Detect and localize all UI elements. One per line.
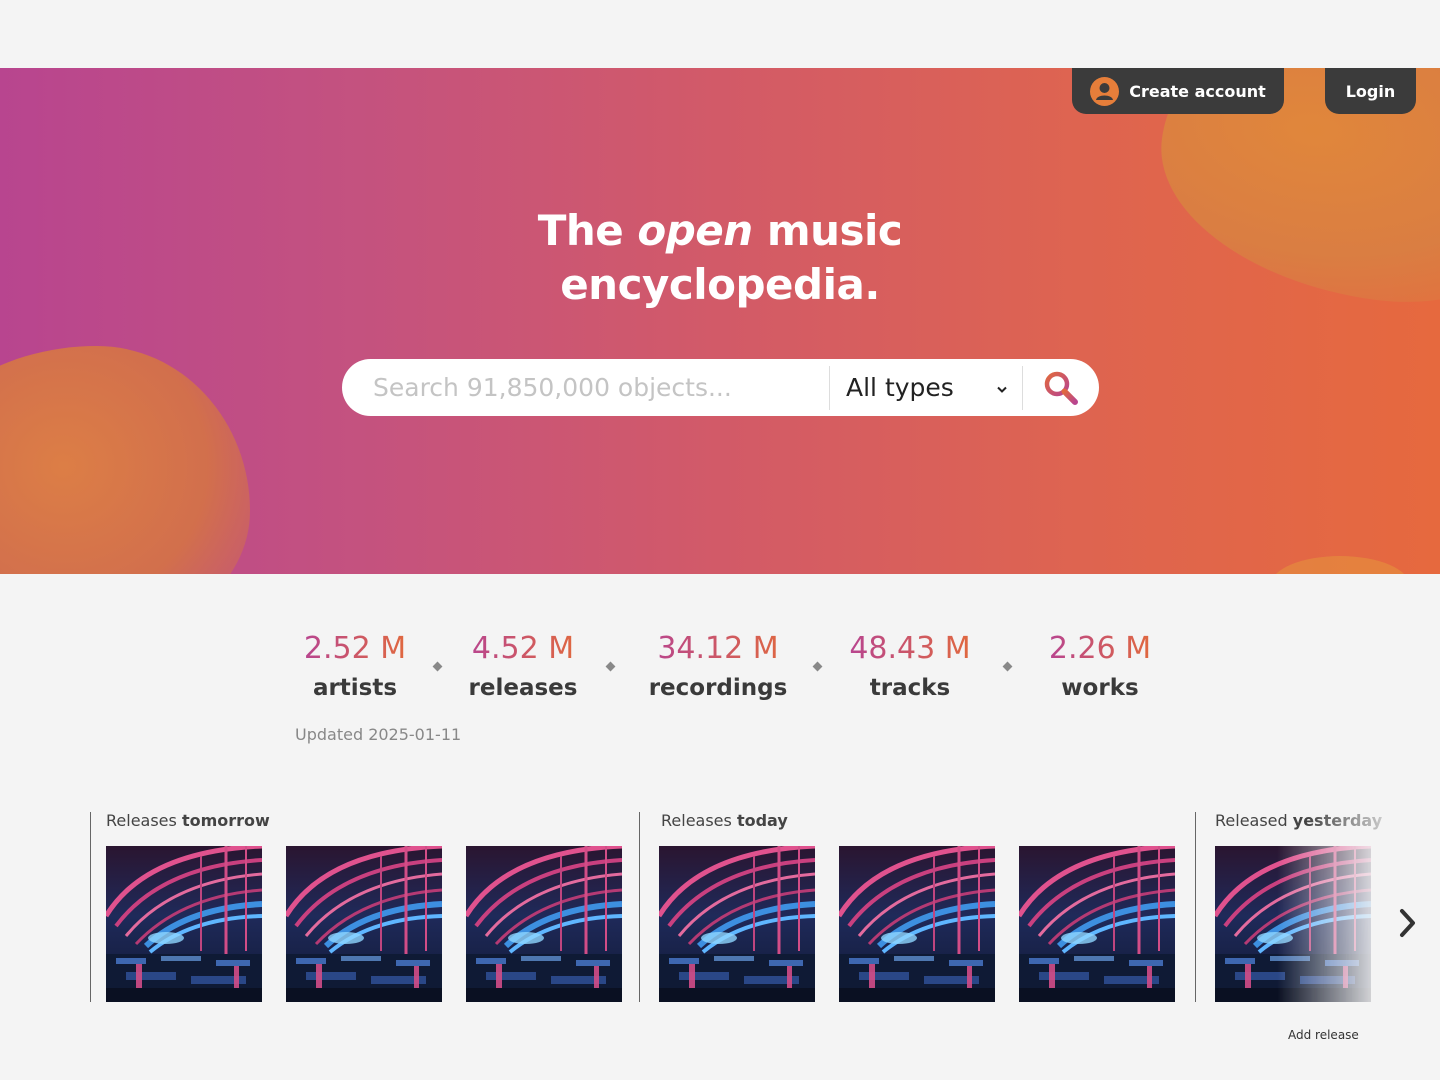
section-label-tomorrow: Releases tomorrow (106, 811, 270, 830)
hero-title-word: music (766, 206, 903, 255)
stat-label: releases (468, 675, 578, 701)
hero-title-line-2: encyclopedia. (560, 260, 880, 309)
release-cover[interactable] (286, 846, 442, 1002)
section-divider (639, 812, 640, 1002)
release-cover[interactable] (1019, 846, 1175, 1002)
section-label-today: Releases today (661, 811, 788, 830)
search-bar: All types (342, 359, 1099, 416)
section-divider (90, 812, 91, 1002)
stat-label: works (1061, 675, 1139, 701)
release-cover[interactable] (106, 846, 262, 1002)
decorative-blob (0, 346, 250, 574)
release-cover[interactable] (1215, 846, 1371, 1002)
add-release-link[interactable]: Add release (1288, 1028, 1359, 1042)
section-label-prefix: Released (1215, 811, 1293, 830)
stat-value: 48.43 M (849, 631, 971, 666)
release-cover[interactable] (659, 846, 815, 1002)
section-label-emphasis: yesterday (1292, 811, 1383, 830)
stat-tracks[interactable]: 48.43 M tracks (849, 630, 970, 708)
create-account-button[interactable]: Create account (1072, 68, 1284, 114)
search-button[interactable] (1023, 359, 1099, 416)
create-account-label: Create account (1129, 81, 1266, 101)
stat-works[interactable]: 2.26 M works (1049, 630, 1151, 708)
app-root: Create account Login The open music ency… (0, 0, 1440, 1080)
section-label-emphasis: tomorrow (181, 811, 270, 830)
section-label-emphasis: today (736, 811, 788, 830)
stat-label: artists (312, 675, 398, 701)
chevron-right-icon (1400, 909, 1415, 937)
stat-recordings[interactable]: 34.12 M recordings (649, 630, 788, 708)
search-input[interactable] (342, 359, 829, 416)
release-cover[interactable] (839, 846, 995, 1002)
stat-artists[interactable]: 2.52 M artists (304, 630, 406, 708)
section-label-yesterday: Released yesterday (1215, 811, 1382, 830)
chevron-down-icon (996, 382, 1008, 398)
stat-value: 2.52 M (303, 631, 407, 666)
search-icon (1044, 371, 1078, 405)
stat-value: 4.52 M (469, 630, 578, 668)
section-divider (1195, 812, 1196, 1002)
hero-banner: Create account Login The open music ency… (0, 68, 1440, 574)
login-button[interactable]: Login (1325, 68, 1416, 114)
hero-title-emphasis: open (637, 206, 753, 255)
decorative-blob (1270, 556, 1410, 574)
stats-updated-date: Updated 2025-01-11 (295, 725, 462, 744)
search-type-value: All types (846, 373, 954, 402)
stat-releases[interactable]: 4.52 M releases (469, 630, 578, 708)
carousel-next-button[interactable] (1394, 906, 1422, 940)
release-cover[interactable] (466, 846, 622, 1002)
hero-title: The open music encyclopedia. (0, 204, 1440, 312)
section-label-prefix: Releases (661, 811, 737, 830)
stats-bar: 2.52 M artists 4.52 M releases 34.12 M r… (0, 630, 1440, 720)
user-icon (1090, 76, 1120, 106)
stat-label: recordings (648, 675, 788, 701)
login-label: Login (1345, 81, 1396, 101)
stat-label: tracks (869, 675, 951, 701)
section-label-prefix: Releases (106, 811, 182, 830)
hero-title-word: The (537, 206, 624, 255)
stat-value: 2.26 M (1048, 631, 1152, 666)
stat-value: 34.12 M (649, 630, 788, 668)
search-type-select[interactable]: All types (830, 359, 1022, 416)
